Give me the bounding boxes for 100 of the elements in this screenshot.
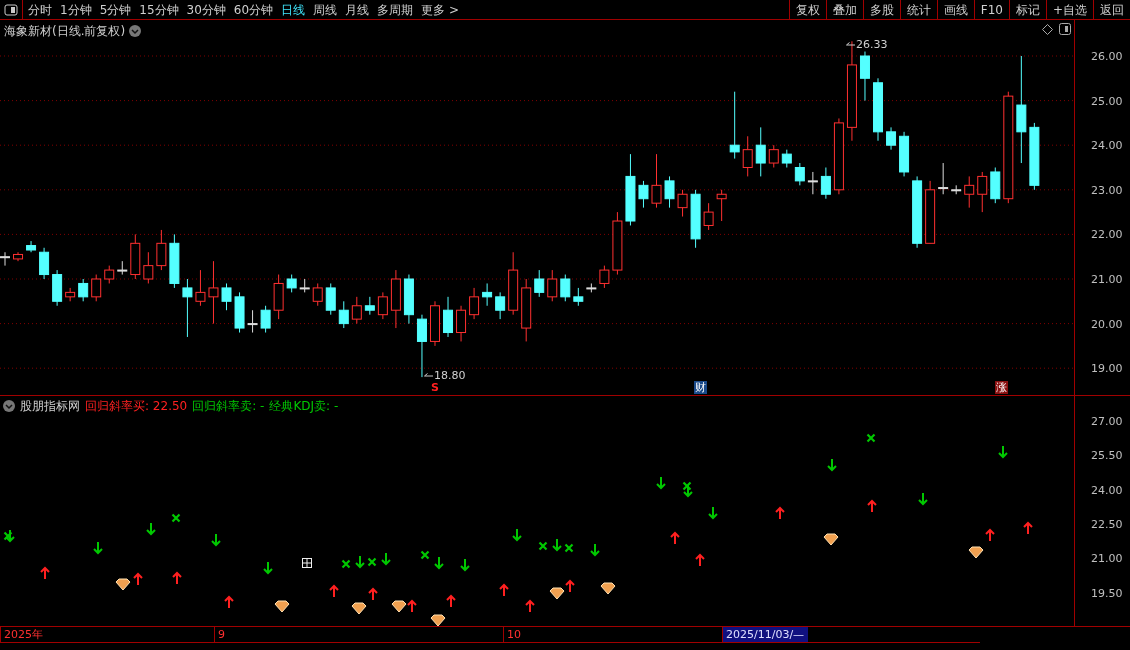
toolbar-button[interactable]: 画线 xyxy=(936,0,974,19)
leader-arrow-icon xyxy=(424,372,433,379)
down-arrow-icon xyxy=(355,555,365,569)
up-arrow-icon xyxy=(499,583,509,597)
toolbar-button[interactable]: 统计 xyxy=(899,0,937,19)
diamond-icon xyxy=(430,614,446,627)
down-arrow-icon xyxy=(512,528,522,542)
up-arrow-icon xyxy=(133,572,143,586)
up-arrow-icon xyxy=(368,587,378,601)
up-arrow-icon xyxy=(695,553,705,567)
period-tab[interactable]: 1分钟 xyxy=(60,0,92,19)
period-tab[interactable]: 15分钟 xyxy=(139,0,179,19)
up-arrow-icon xyxy=(329,584,339,598)
down-arrow-icon xyxy=(263,561,273,575)
down-arrow-icon xyxy=(683,484,693,498)
period-tab[interactable]: 周线 xyxy=(313,0,338,19)
diamond-icon xyxy=(823,533,839,546)
down-arrow-icon xyxy=(998,445,1008,459)
up-arrow-icon xyxy=(446,594,456,608)
event-mark[interactable]: 涨 xyxy=(995,381,1008,394)
period-tab[interactable]: 5分钟 xyxy=(99,0,132,19)
leader-arrow-icon xyxy=(846,41,855,48)
period-tab[interactable]: 更多 > xyxy=(421,0,459,19)
down-arrow-icon xyxy=(590,543,600,557)
price-axis-label: 26.00 xyxy=(1091,49,1123,65)
low-price-label: 18.80 xyxy=(434,369,466,382)
down-arrow-icon xyxy=(552,538,562,552)
down-arrow-icon xyxy=(460,558,470,572)
period-tab[interactable]: 多周期 xyxy=(377,0,414,19)
down-arrow-icon xyxy=(211,533,221,547)
down-arrow-icon xyxy=(93,541,103,555)
cross-mark-icon xyxy=(564,543,574,553)
price-axis-label: 25.00 xyxy=(1091,93,1123,110)
diamond-icon xyxy=(968,546,984,559)
indicator-axis-label: 25.50 xyxy=(1091,448,1123,465)
price-axis-label: 22.00 xyxy=(1091,227,1123,244)
up-arrow-icon xyxy=(40,566,50,580)
price-axis-label: 21.00 xyxy=(1091,272,1123,288)
up-arrow-icon xyxy=(224,595,234,609)
indicator-axis-label: 19.50 xyxy=(1091,585,1123,602)
indicator-axis-label: 21.00 xyxy=(1091,551,1123,568)
date-axis-label: 10 xyxy=(503,627,525,642)
diamond-icon xyxy=(351,602,367,615)
cross-mark-icon xyxy=(420,550,430,560)
indicator-axis-label: 27.00 xyxy=(1091,414,1123,430)
cross-mark-icon xyxy=(682,481,692,491)
indicator-name: 股朋指标网 xyxy=(20,398,80,415)
period-tab[interactable]: 分时 xyxy=(28,0,52,19)
toolbar-button[interactable]: F10 xyxy=(973,0,1009,19)
up-arrow-icon xyxy=(407,599,417,613)
down-arrow-icon xyxy=(827,458,837,472)
price-axis-label: 20.00 xyxy=(1091,316,1123,333)
toolbar-button[interactable]: 多股 xyxy=(862,0,900,19)
event-mark[interactable]: S xyxy=(431,381,439,394)
down-arrow-icon xyxy=(146,522,156,536)
period-tab[interactable]: 60分钟 xyxy=(233,0,274,19)
up-arrow-icon xyxy=(775,506,785,520)
diamond-icon xyxy=(115,578,131,591)
date-axis-label: 2025年 xyxy=(0,627,47,642)
price-axis-label: 19.00 xyxy=(1091,361,1123,378)
toolbar-button[interactable]: 返回 xyxy=(1093,0,1130,19)
toolbar-button[interactable]: +自选 xyxy=(1045,0,1093,19)
toolbar-button[interactable]: 叠加 xyxy=(825,0,863,19)
indicator-value: 回归斜率买: 22.50 xyxy=(85,398,188,415)
up-arrow-icon xyxy=(172,571,182,585)
period-tab[interactable]: 30分钟 xyxy=(186,0,226,19)
chevron-down-icon[interactable] xyxy=(129,25,142,37)
high-price-label: 26.33 xyxy=(856,38,888,51)
date-axis-label: 2025/11/03/— xyxy=(722,627,809,642)
diamond-icon xyxy=(274,600,290,613)
up-arrow-icon xyxy=(985,528,995,542)
cross-mark-icon xyxy=(341,559,351,569)
toolbar-button[interactable]: 复权 xyxy=(788,0,826,19)
indicator-axis-label: 22.50 xyxy=(1091,516,1123,533)
down-arrow-icon xyxy=(434,556,444,570)
period-tab[interactable]: 月线 xyxy=(345,0,370,19)
panel-toggle-icon[interactable] xyxy=(4,3,18,16)
crosshair-box-icon xyxy=(302,558,312,568)
panel-toggle-icon[interactable] xyxy=(1059,23,1071,35)
indicator-value: 经典KDJ卖: - xyxy=(269,398,339,415)
stock-title: 海象新材(日线.前复权) xyxy=(4,23,126,40)
down-arrow-icon xyxy=(708,506,718,520)
chevron-down-icon[interactable] xyxy=(3,400,15,412)
period-tab[interactable]: 日线 xyxy=(281,0,306,19)
event-mark[interactable]: 财 xyxy=(694,381,707,394)
diamond-icon xyxy=(600,582,616,595)
diamond-icon xyxy=(549,587,565,600)
toolbar-button[interactable]: 标记 xyxy=(1008,0,1046,19)
down-arrow-icon xyxy=(918,492,928,506)
up-arrow-icon xyxy=(565,579,575,593)
cross-mark-icon xyxy=(538,541,548,551)
cross-mark-icon xyxy=(866,433,876,443)
up-arrow-icon xyxy=(1023,521,1033,535)
price-axis-label: 23.00 xyxy=(1091,182,1123,199)
up-arrow-icon xyxy=(670,531,680,545)
cross-mark-icon xyxy=(171,513,181,523)
cross-mark-icon xyxy=(367,557,377,567)
diamond-icon xyxy=(391,600,407,613)
diamond-outline-icon[interactable] xyxy=(1042,24,1053,35)
up-arrow-icon xyxy=(867,499,877,513)
